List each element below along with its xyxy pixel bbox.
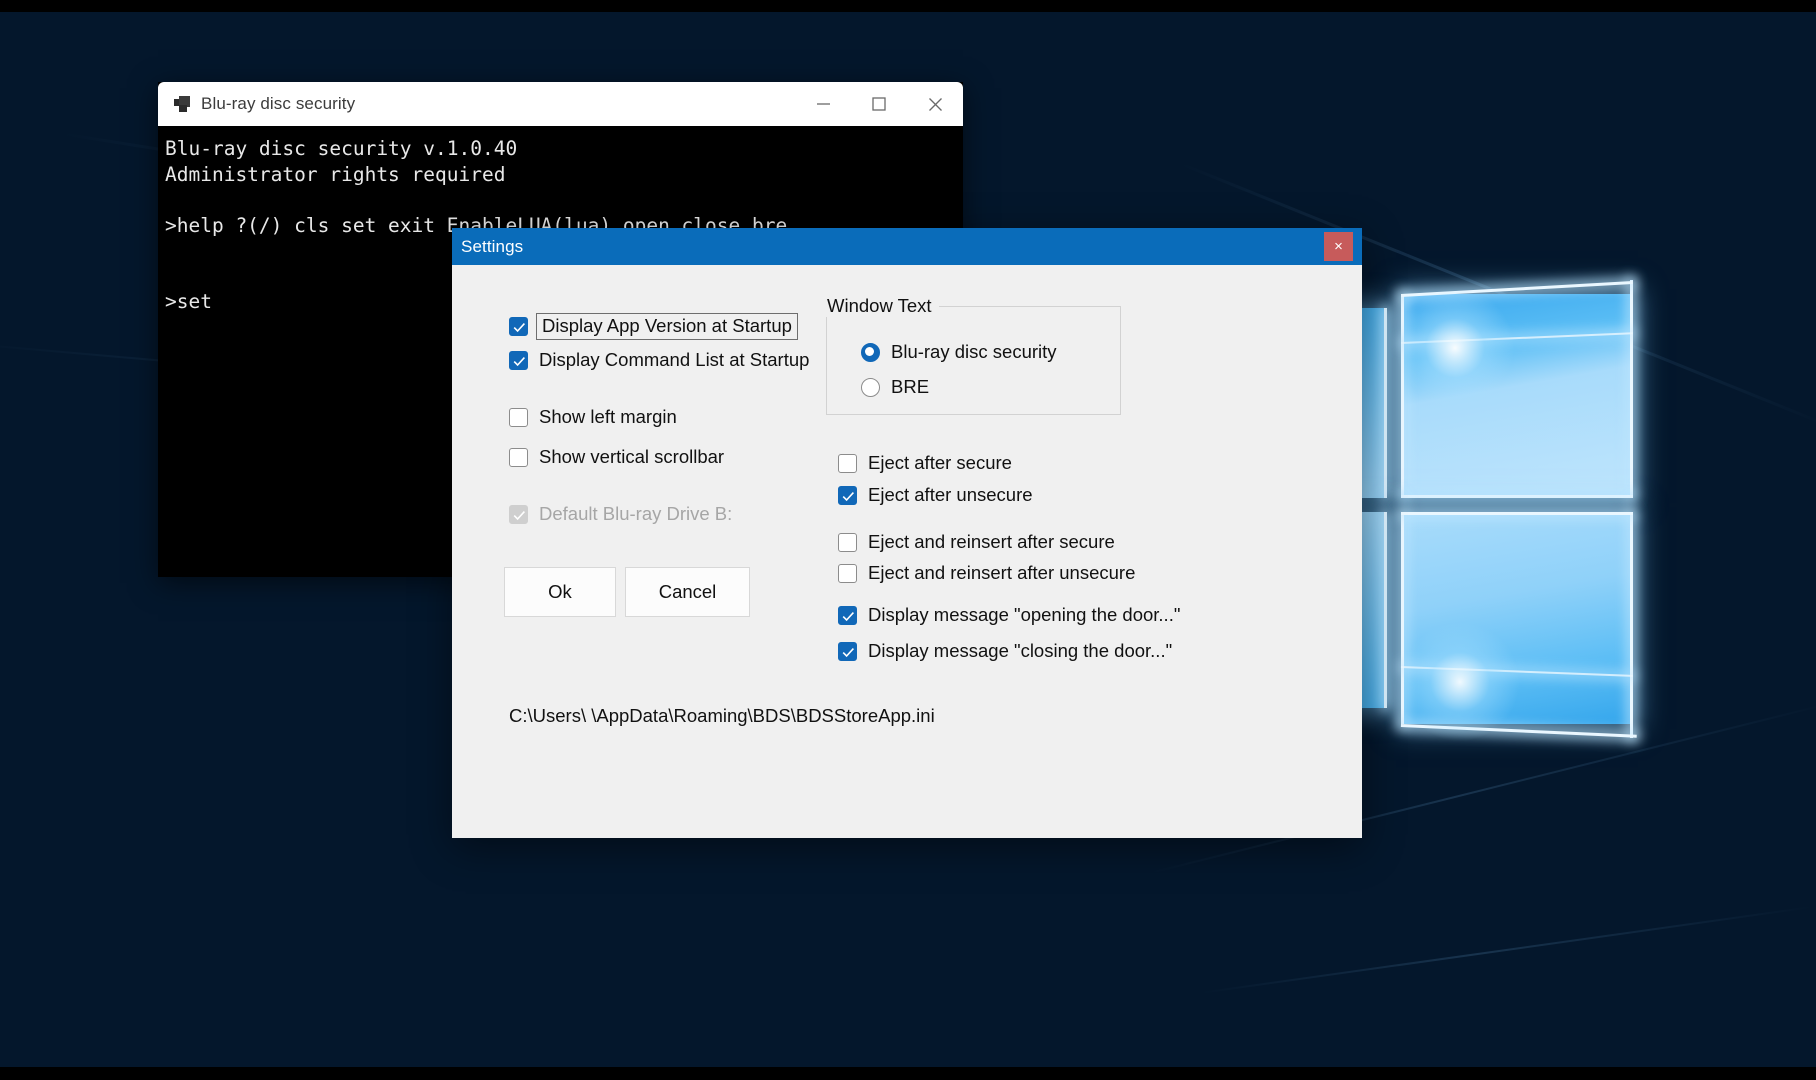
- checkbox-label: Display Command List at Startup: [539, 349, 809, 371]
- checkbox-box[interactable]: [838, 564, 857, 583]
- checkbox-box[interactable]: [838, 533, 857, 552]
- screen: Blu-ray disc security Blu-ray disc secur…: [0, 0, 1816, 1080]
- console-line: [165, 187, 963, 213]
- checkbox-label: Eject after secure: [868, 452, 1012, 474]
- checkbox-show-left-margin[interactable]: Show left margin: [509, 406, 677, 428]
- console-titlebar[interactable]: Blu-ray disc security: [158, 82, 963, 126]
- checkbox-eject-and-reinsert-after-unsecure[interactable]: Eject and reinsert after unsecure: [838, 562, 1135, 584]
- checkbox-show-vertical-scrollbar[interactable]: Show vertical scrollbar: [509, 446, 724, 468]
- checkbox-eject-after-unsecure[interactable]: Eject after unsecure: [838, 484, 1033, 506]
- letterbox-bar-bottom: [0, 1067, 1816, 1080]
- close-icon[interactable]: [907, 82, 963, 126]
- ini-file-path: C:\Users\ \AppData\Roaming\BDS\BDSStoreA…: [509, 705, 935, 727]
- settings-dialog-title: Settings: [461, 237, 523, 257]
- radio-button[interactable]: [861, 343, 880, 362]
- checkbox-label: Display App Version at Startup: [536, 313, 798, 340]
- radio-label: BRE: [891, 376, 929, 398]
- checkbox-label: Display message "opening the door...": [868, 604, 1180, 626]
- checkbox-label: Show vertical scrollbar: [539, 446, 724, 468]
- checkbox-label: Display message "closing the door...": [868, 640, 1172, 662]
- settings-dialog[interactable]: Settings × Display App Version at Startu…: [452, 228, 1362, 838]
- settings-titlebar[interactable]: Settings ×: [452, 228, 1362, 265]
- wallpaper-light-streak: [1200, 906, 1814, 994]
- app-window-icon: [174, 96, 190, 112]
- console-line: Administrator rights required: [165, 162, 963, 188]
- checkbox-box[interactable]: [509, 317, 528, 336]
- checkbox-box[interactable]: [838, 486, 857, 505]
- radio-bluray-disc-security[interactable]: Blu-ray disc security: [861, 341, 1057, 363]
- checkbox-box[interactable]: [838, 642, 857, 661]
- radio-label: Blu-ray disc security: [891, 341, 1057, 363]
- checkbox-display-message-closing-door[interactable]: Display message "closing the door...": [838, 640, 1172, 662]
- radio-bre[interactable]: BRE: [861, 376, 929, 398]
- minimize-icon[interactable]: [795, 82, 851, 126]
- checkbox-label: Eject and reinsert after secure: [868, 531, 1115, 553]
- checkbox-label: Default Blu-ray Drive B:: [539, 503, 732, 525]
- checkbox-box[interactable]: [838, 606, 857, 625]
- checkbox-label: Eject and reinsert after unsecure: [868, 562, 1135, 584]
- checkbox-box: [509, 505, 528, 524]
- checkbox-label: Eject after unsecure: [868, 484, 1033, 506]
- radio-button[interactable]: [861, 378, 880, 397]
- logo-pane-bottom-right: [1401, 512, 1633, 724]
- checkbox-default-bluray-drive: Default Blu-ray Drive B:: [509, 503, 732, 525]
- checkbox-box[interactable]: [509, 448, 528, 467]
- checkbox-eject-and-reinsert-after-secure[interactable]: Eject and reinsert after secure: [838, 531, 1115, 553]
- checkbox-box[interactable]: [509, 351, 528, 370]
- logo-pane-top-right: [1401, 294, 1633, 498]
- checkbox-eject-after-secure[interactable]: Eject after secure: [838, 452, 1012, 474]
- checkbox-box[interactable]: [838, 454, 857, 473]
- windows-logo: [1345, 280, 1805, 740]
- window-controls: [795, 82, 963, 126]
- checkbox-label: Show left margin: [539, 406, 677, 428]
- settings-body: Display App Version at Startup Display C…: [452, 265, 1362, 838]
- checkbox-display-message-opening-door[interactable]: Display message "opening the door...": [838, 604, 1180, 626]
- window-text-legend: Window Text: [822, 295, 939, 317]
- console-line: Blu-ray disc security v.1.0.40: [165, 136, 963, 162]
- maximize-icon[interactable]: [851, 82, 907, 126]
- checkbox-box[interactable]: [509, 408, 528, 427]
- cancel-button[interactable]: Cancel: [625, 567, 750, 617]
- checkbox-display-app-version[interactable]: Display App Version at Startup: [509, 313, 798, 340]
- ok-button[interactable]: Ok: [504, 567, 616, 617]
- console-window-title: Blu-ray disc security: [201, 94, 355, 114]
- letterbox-bar-top: [0, 0, 1816, 12]
- close-icon[interactable]: ×: [1324, 232, 1353, 261]
- checkbox-display-command-list[interactable]: Display Command List at Startup: [509, 349, 809, 371]
